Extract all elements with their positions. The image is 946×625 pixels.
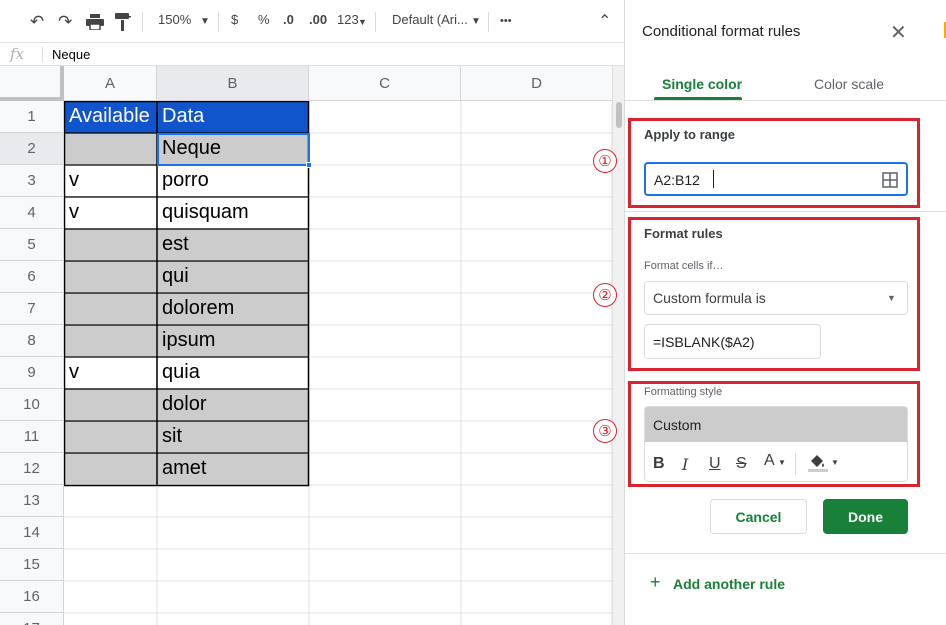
percent-button[interactable]: %	[258, 12, 270, 27]
formula-input[interactable]: Neque	[52, 47, 90, 62]
row-header[interactable]: 4	[0, 197, 64, 229]
spreadsheet-grid: A B C D 1 2 3 4 5 6 7 8 9 10 11 12 13 14…	[0, 66, 612, 625]
print-icon[interactable]	[86, 14, 104, 30]
row-header[interactable]: 15	[0, 549, 64, 581]
currency-button[interactable]: $	[231, 12, 238, 27]
done-button[interactable]: Done	[823, 499, 908, 534]
row-header[interactable]: 8	[0, 325, 64, 357]
redo-icon[interactable]: ↷	[58, 12, 72, 32]
scrollbar-thumb[interactable]	[616, 102, 622, 128]
row-header[interactable]: 14	[0, 517, 64, 549]
row-header[interactable]: 3	[0, 165, 64, 197]
section-divider	[625, 553, 946, 554]
add-another-rule-button[interactable]: Add another rule	[673, 576, 785, 592]
collapse-toolbar-icon[interactable]: ⌃	[598, 11, 611, 31]
toolbar-divider	[375, 12, 376, 32]
annotation-box-1	[628, 118, 920, 208]
row-header[interactable]: 11	[0, 421, 64, 453]
toolbar-divider	[142, 12, 143, 32]
row-header[interactable]: 5	[0, 229, 64, 261]
zoom-select[interactable]: 150%	[158, 12, 191, 27]
annotation-marker-1: ①	[593, 149, 617, 173]
annotation-box-3	[628, 381, 920, 487]
paint-format-icon[interactable]	[115, 13, 131, 31]
more-options-icon[interactable]: •••	[500, 15, 512, 27]
annotation-marker-2: ②	[593, 283, 617, 307]
increase-decimal-button[interactable]: .00	[309, 12, 327, 27]
toolbar-divider	[488, 12, 489, 32]
select-all-corner[interactable]	[0, 66, 64, 101]
tab-single-color[interactable]: Single color	[662, 76, 742, 92]
row-header[interactable]: 16	[0, 581, 64, 613]
row-header[interactable]: 9	[0, 357, 64, 389]
annotation-marker-3: ③	[593, 419, 617, 443]
row-header[interactable]: 17	[0, 613, 64, 625]
row-header[interactable]: 12	[0, 453, 64, 485]
toolbar-divider	[218, 12, 219, 32]
formula-divider	[42, 47, 43, 62]
zoom-dropdown-icon[interactable]: ▼	[200, 16, 210, 27]
active-cell-selection	[157, 133, 310, 166]
add-icon[interactable]: +	[650, 572, 661, 593]
panel-title: Conditional format rules	[642, 23, 801, 40]
row-header[interactable]: 1	[0, 101, 64, 133]
row-header[interactable]: 2	[0, 133, 64, 165]
vertical-scrollbar[interactable]	[612, 66, 624, 625]
section-divider	[625, 211, 946, 212]
fx-icon: fx	[10, 45, 25, 63]
tab-divider	[625, 100, 946, 101]
annotation-box-2	[628, 217, 920, 371]
font-dropdown-icon[interactable]: ▼	[471, 16, 481, 27]
column-header-b[interactable]: B	[157, 66, 309, 101]
formula-bar: fx Neque	[0, 43, 624, 66]
row-header[interactable]: 10	[0, 389, 64, 421]
grid-lines	[64, 101, 612, 625]
close-icon[interactable]: ✕	[890, 20, 907, 45]
column-header-d[interactable]: D	[461, 66, 612, 101]
decrease-decimal-button[interactable]: .0	[283, 12, 294, 27]
font-select[interactable]: Default (Ari...	[392, 12, 468, 27]
row-header[interactable]: 13	[0, 485, 64, 517]
row-header[interactable]: 7	[0, 293, 64, 325]
column-header-c[interactable]: C	[309, 66, 461, 101]
toolbar: ↶ ↷ 150% ▼ $ % .0 .00 123 ▼ Default (Ari…	[0, 0, 624, 43]
undo-icon[interactable]: ↶	[30, 12, 44, 32]
number-format-button[interactable]: 123	[337, 12, 359, 27]
row-header[interactable]: 6	[0, 261, 64, 293]
number-format-dropdown-icon[interactable]: ▼	[358, 17, 367, 27]
tab-color-scale[interactable]: Color scale	[814, 76, 884, 92]
column-header-a[interactable]: A	[64, 66, 157, 101]
cancel-button[interactable]: Cancel	[710, 499, 807, 534]
fill-handle[interactable]	[306, 162, 312, 168]
